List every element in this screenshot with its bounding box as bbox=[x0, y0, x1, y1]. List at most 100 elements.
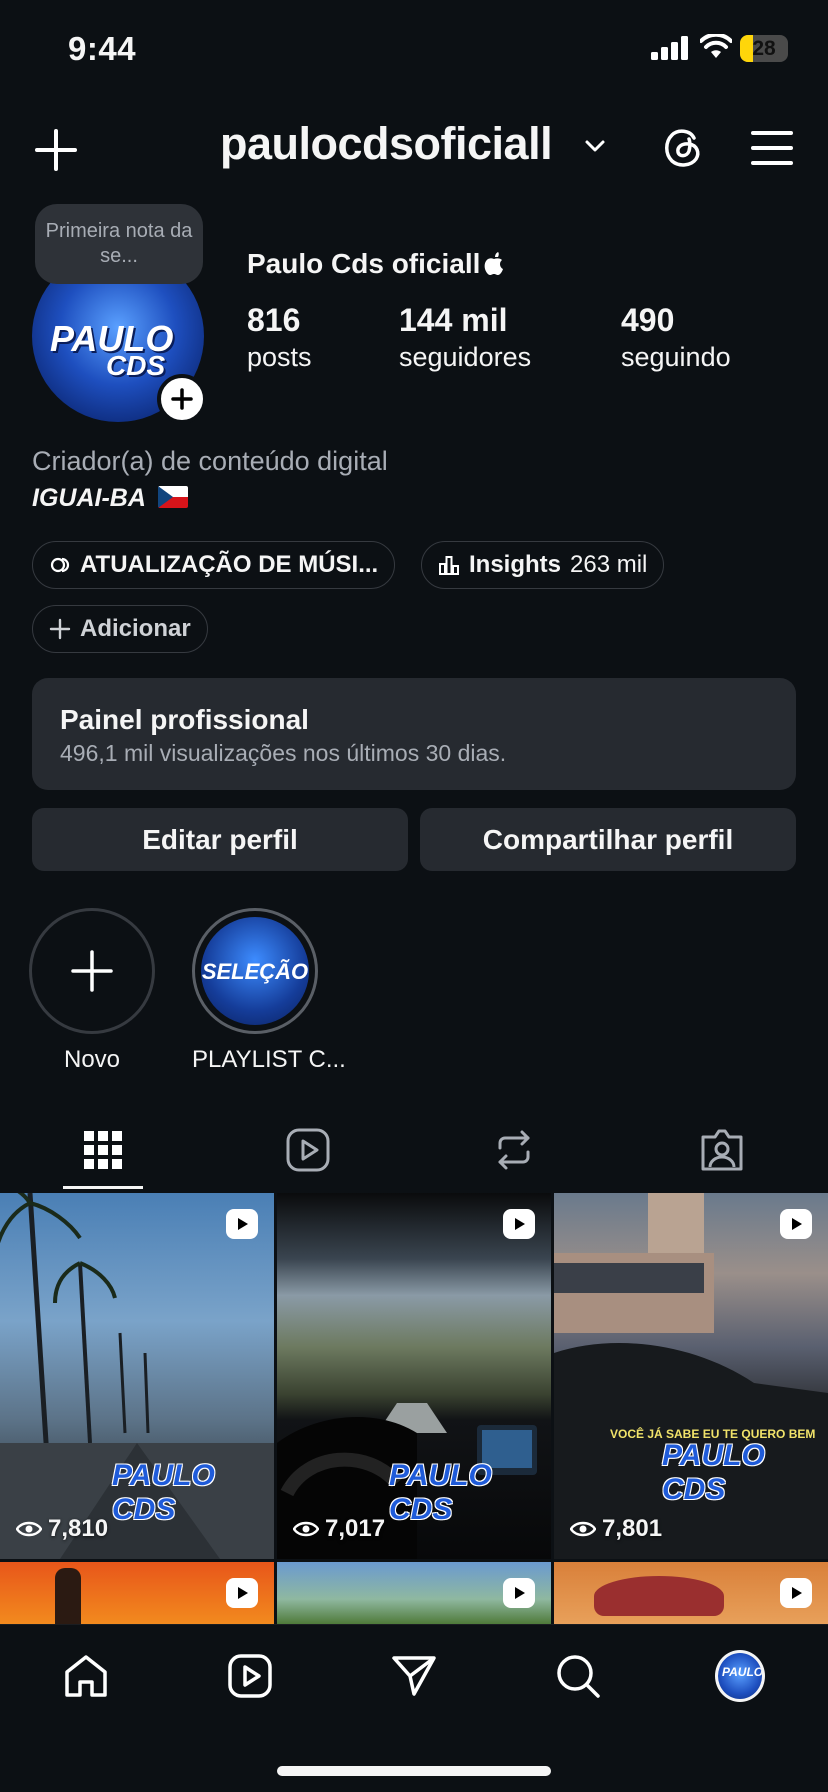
update-chip-label: ATUALIZAÇÃO DE MÚSI... bbox=[80, 551, 379, 578]
professional-dashboard[interactable]: Painel profissional 496,1 mil visualizaç… bbox=[32, 678, 796, 790]
grid-post[interactable]: VOCÊ JÁ SABE EU TE QUERO BEM PAULO CDS 7… bbox=[554, 1193, 828, 1559]
note-bubble[interactable]: Primeira nota da se... bbox=[35, 204, 203, 284]
view-count-value: 7,017 bbox=[325, 1515, 386, 1542]
highlight-playlist[interactable]: SELEÇÃO PLAYLIST C... bbox=[192, 908, 346, 1074]
reel-badge bbox=[226, 1209, 258, 1239]
share-profile-button[interactable]: Compartilhar perfil bbox=[420, 808, 796, 871]
view-count: 7,810 bbox=[16, 1515, 108, 1543]
lighthouse-silhouette bbox=[55, 1568, 81, 1624]
battery-icon: 28 bbox=[740, 35, 788, 62]
hat-shape bbox=[594, 1576, 724, 1616]
home-icon bbox=[65, 1655, 107, 1697]
profile-avatar-icon: PAULO bbox=[715, 1650, 765, 1702]
view-count: 7,017 bbox=[293, 1515, 385, 1543]
stat-followers[interactable]: 144 mil seguidores bbox=[399, 302, 531, 373]
stat-followers-label: seguidores bbox=[399, 342, 532, 372]
add-chip[interactable]: Adicionar bbox=[32, 605, 208, 653]
apple-icon bbox=[484, 252, 503, 275]
username-switcher[interactable]: paulocdsoficiall bbox=[220, 118, 553, 170]
wifi-icon bbox=[700, 34, 732, 58]
edit-profile-button[interactable]: Editar perfil bbox=[32, 808, 408, 871]
active-tab-indicator bbox=[63, 1186, 143, 1189]
play-icon bbox=[515, 1218, 525, 1230]
eye-icon bbox=[293, 1521, 319, 1537]
reel-badge bbox=[780, 1209, 812, 1239]
home-indicator bbox=[277, 1766, 551, 1776]
plus-icon bbox=[49, 618, 71, 640]
bar-chart-icon bbox=[439, 556, 459, 575]
plus-icon bbox=[71, 950, 113, 992]
plus-icon bbox=[171, 388, 193, 410]
watermark: PAULO CDS bbox=[662, 1439, 765, 1506]
stat-posts-label: posts bbox=[247, 342, 312, 372]
send-icon bbox=[392, 1656, 436, 1696]
chevron-down-icon[interactable] bbox=[583, 136, 607, 156]
repost-icon bbox=[498, 1130, 530, 1170]
highlight-label: PLAYLIST C... bbox=[192, 1046, 346, 1073]
view-count-value: 7,810 bbox=[48, 1515, 109, 1542]
grid-post[interactable] bbox=[0, 1562, 274, 1624]
bottom-navigation: PAULO bbox=[0, 1624, 828, 1792]
create-plus-icon[interactable] bbox=[34, 128, 78, 172]
battery-percent: 28 bbox=[752, 37, 776, 60]
highlight-cover-text: SELEÇÃO bbox=[201, 959, 309, 984]
search-icon bbox=[557, 1655, 600, 1698]
eye-icon bbox=[570, 1521, 596, 1537]
tab-tagged[interactable] bbox=[687, 1120, 757, 1180]
grid-icon bbox=[84, 1131, 122, 1169]
tab-reels[interactable] bbox=[273, 1120, 343, 1180]
grid-post[interactable]: PAULO CDS 7,810 bbox=[0, 1193, 274, 1559]
view-count-value: 7,801 bbox=[602, 1515, 663, 1542]
nav-profile[interactable]: PAULO bbox=[715, 1650, 765, 1702]
play-icon bbox=[792, 1587, 802, 1599]
update-chip[interactable]: ATUALIZAÇÃO DE MÚSI... bbox=[32, 541, 396, 589]
insights-label: Insights bbox=[469, 551, 562, 578]
threads-icon[interactable] bbox=[660, 124, 706, 170]
clock: 9:44 bbox=[68, 30, 137, 67]
highlight-new[interactable]: Novo bbox=[29, 908, 155, 1074]
add-story-button[interactable] bbox=[157, 374, 207, 424]
grid-post[interactable] bbox=[554, 1562, 828, 1624]
profile-header: paulocdsoficiall bbox=[0, 110, 828, 180]
avatar-logo-subtext: CDS bbox=[106, 350, 166, 381]
reels-icon bbox=[286, 1128, 330, 1172]
menu-icon[interactable] bbox=[750, 128, 794, 168]
reel-badge bbox=[503, 1578, 535, 1608]
tab-grid[interactable] bbox=[68, 1120, 138, 1180]
tab-reposts[interactable] bbox=[479, 1120, 549, 1180]
stat-following[interactable]: 490 seguindo bbox=[621, 302, 731, 373]
czech-flag-icon bbox=[158, 486, 188, 508]
new-highlight-circle bbox=[29, 908, 155, 1034]
nav-reels[interactable] bbox=[225, 1651, 275, 1701]
panel-subtitle: 496,1 mil visualizações nos últimos 30 d… bbox=[60, 740, 507, 766]
insights-count: 263 mil bbox=[570, 551, 648, 578]
reels-icon bbox=[228, 1654, 272, 1698]
insights-chip[interactable]: Insights 263 mil bbox=[421, 541, 665, 589]
reel-badge bbox=[503, 1209, 535, 1239]
threads-link-icon bbox=[50, 557, 70, 573]
add-chip-label: Adicionar bbox=[80, 615, 191, 642]
grid-post[interactable]: PAULO CDS 7,017 bbox=[277, 1193, 551, 1559]
play-icon bbox=[238, 1587, 248, 1599]
nav-search[interactable] bbox=[553, 1651, 603, 1701]
watermark: PAULO CDS bbox=[389, 1459, 492, 1526]
eye-icon bbox=[16, 1521, 42, 1537]
highlight-label: Novo bbox=[63, 1046, 121, 1073]
view-count: 7,801 bbox=[570, 1515, 662, 1543]
panel-title: Painel profissional bbox=[60, 704, 309, 735]
play-icon bbox=[238, 1218, 248, 1230]
reel-badge bbox=[226, 1578, 258, 1608]
cellular-signal-icon bbox=[651, 36, 688, 60]
watermark: PAULO CDS bbox=[112, 1459, 215, 1526]
nav-avatar-text: PAULO bbox=[722, 1665, 764, 1679]
play-icon bbox=[515, 1587, 525, 1599]
profile-category: Criador(a) de conteúdo digital bbox=[32, 446, 388, 476]
play-icon bbox=[792, 1218, 802, 1230]
nav-direct[interactable] bbox=[389, 1651, 439, 1701]
grid-post[interactable] bbox=[277, 1562, 551, 1624]
stat-followers-value: 144 mil bbox=[399, 302, 508, 338]
nav-home[interactable] bbox=[61, 1651, 111, 1701]
stat-posts[interactable]: 816 posts bbox=[247, 302, 312, 373]
display-name: Paulo Cds oficiall bbox=[247, 248, 481, 279]
stat-following-value: 490 bbox=[621, 302, 675, 338]
